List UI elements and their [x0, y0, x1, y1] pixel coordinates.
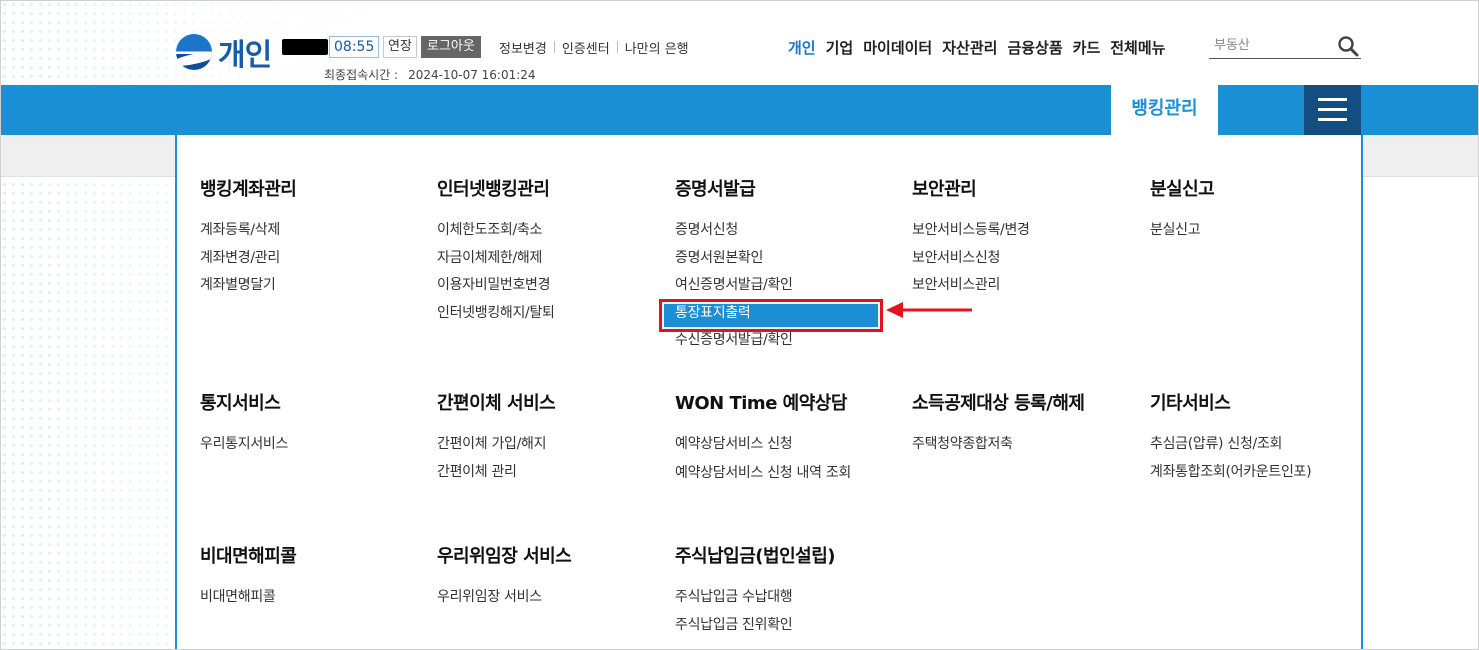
window-frame [0, 0, 1479, 650]
